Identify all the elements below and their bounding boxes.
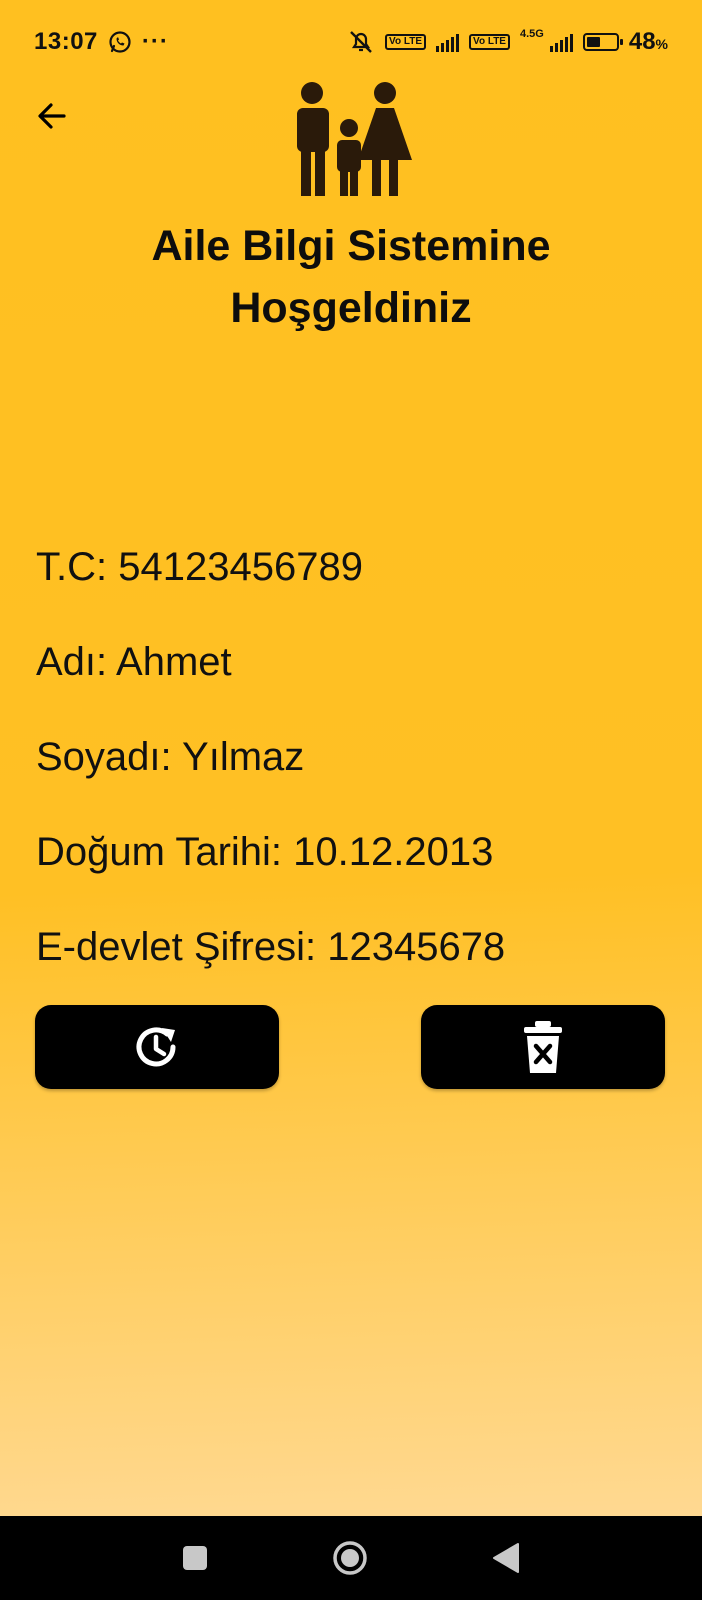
last-name: Soyadı: Yılmaz	[36, 735, 305, 779]
circle-icon[interactable]	[332, 1540, 368, 1576]
mute-icon	[350, 31, 372, 53]
clock-refresh-icon	[136, 1027, 176, 1067]
arrow-left-icon[interactable]	[32, 96, 72, 136]
first-name: Adı: Ahmet	[36, 640, 232, 684]
navigation-bar	[0, 1516, 702, 1600]
signal-icon-2	[549, 32, 573, 52]
battery-text: 48%	[628, 28, 668, 55]
tc-number: T.C: 54123456789	[36, 545, 363, 589]
signal-icon	[436, 32, 460, 52]
whatsapp-icon	[109, 31, 131, 53]
triangle-back-icon[interactable]	[488, 1540, 524, 1576]
trash-x-icon	[524, 1021, 562, 1073]
status-bar: 13:07 ··· Vo LTE Vo LTE 4.5G 48%	[0, 0, 702, 84]
overflow-dots: ···	[141, 28, 169, 55]
title-line-2: Hoşgeldiniz	[230, 284, 472, 332]
network-type: 4.5G	[519, 28, 544, 40]
status-right: Vo LTE Vo LTE 4.5G 48%	[347, 28, 668, 56]
status-time: 13:07	[34, 28, 98, 55]
battery-icon	[582, 33, 623, 51]
info-list: T.C: 54123456789 Adı: Ahmet Soyadı: Yılm…	[36, 520, 505, 995]
volte-badge-2: Vo LTE	[469, 34, 510, 50]
edevlet-password: E-devlet Şifresi: 12345678	[36, 925, 506, 969]
title-line-1: Aile Bilgi Sistemine	[151, 222, 551, 270]
volte-badge-1: Vo LTE	[385, 34, 427, 50]
battery-fill	[586, 37, 601, 47]
update-button[interactable]	[35, 1005, 279, 1089]
birth-date: Doğum Tarihi: 10.12.2013	[36, 830, 494, 874]
square-icon[interactable]	[181, 1544, 209, 1572]
page-title: Aile Bilgi Sistemine Hoşgeldiniz	[0, 215, 702, 339]
status-left: 13:07 ···	[34, 28, 169, 56]
delete-button[interactable]	[421, 1005, 665, 1089]
family-icon	[297, 82, 412, 196]
